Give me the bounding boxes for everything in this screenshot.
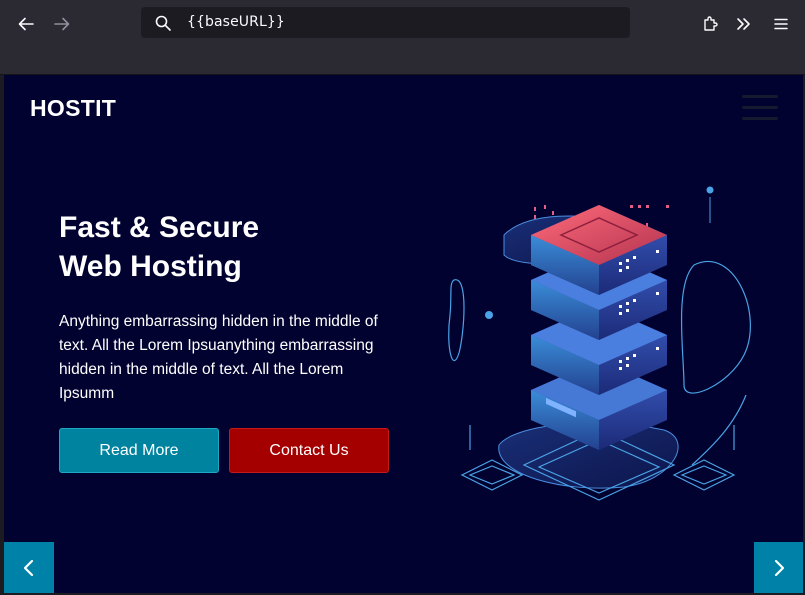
browser-toolbar: {{baseURL}} — [0, 0, 805, 47]
carousel-prev-button[interactable] — [4, 542, 54, 593]
carousel-next-button[interactable] — [754, 542, 803, 593]
forward-arrow-icon — [54, 17, 70, 31]
search-icon — [155, 15, 171, 31]
url-text[interactable]: {{baseURL}} — [187, 14, 285, 30]
menu-icon — [774, 18, 788, 30]
overflow-button[interactable] — [732, 12, 756, 36]
hamburger-menu-icon[interactable] — [742, 95, 778, 121]
forward-button[interactable] — [50, 12, 74, 36]
back-button[interactable] — [14, 12, 38, 36]
hero-section: HOSTIT Fast & Secure Web Hosting Anythin… — [4, 75, 803, 593]
hero-title-line-1: Fast & Secure — [59, 211, 260, 244]
extensions-button[interactable] — [698, 12, 722, 36]
site-logo[interactable]: HOSTIT — [30, 95, 116, 122]
contact-us-button[interactable]: Contact Us — [229, 428, 389, 473]
app-menu-button[interactable] — [769, 12, 793, 36]
chevron-right-icon — [774, 559, 785, 576]
overflow-chevrons-icon — [737, 18, 750, 30]
toolbar-bottom-strip — [0, 47, 805, 75]
back-arrow-icon — [18, 17, 34, 31]
server-stack-illustration — [448, 186, 751, 501]
read-more-button[interactable]: Read More — [59, 428, 219, 473]
hero-description: Anything embarrassing hidden in the midd… — [59, 313, 378, 402]
hero-title-line-2: Web Hosting — [59, 250, 242, 283]
url-bar[interactable]: {{baseURL}} — [141, 7, 630, 38]
chevron-left-icon — [23, 559, 34, 576]
extensions-icon — [704, 16, 718, 31]
hero-title: Fast & Secure Web Hosting — [59, 208, 399, 286]
